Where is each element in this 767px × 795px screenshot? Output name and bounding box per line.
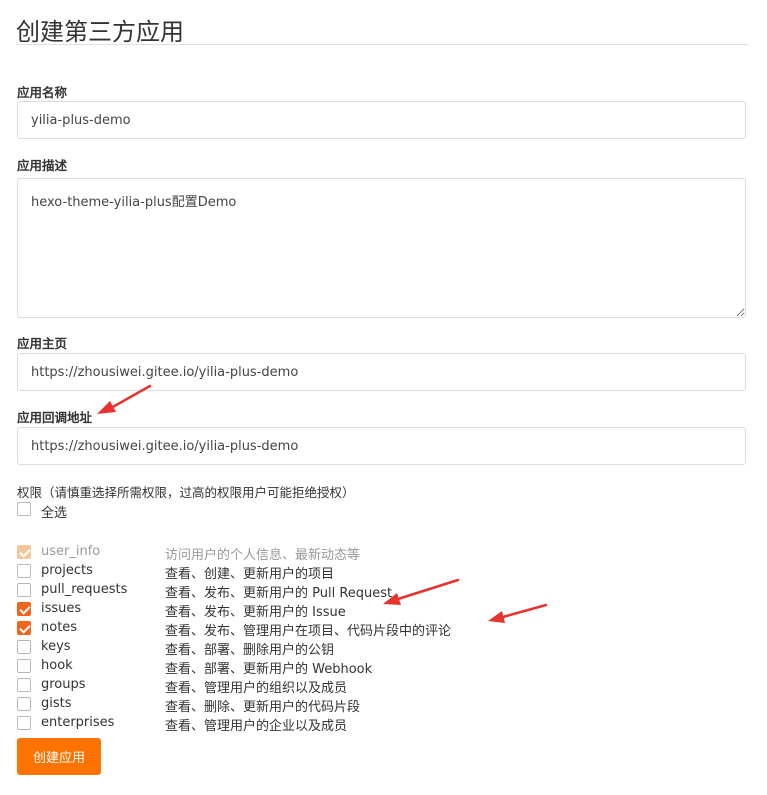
scope-description: 查看、管理用户的组织以及成员: [165, 681, 348, 696]
title-divider: [16, 44, 748, 45]
scope-description: 访问用户的个人信息、最新动态等: [165, 548, 361, 563]
scope-description: 查看、发布、管理用户在项目、代码片段中的评论: [165, 624, 452, 639]
scope-name: groups: [41, 677, 86, 692]
app-name-label: 应用名称: [17, 85, 68, 100]
scope-name: pull_requests: [41, 582, 128, 597]
scope-checkbox-gists[interactable]: [17, 697, 31, 711]
scope-description: 查看、创建、更新用户的项目: [165, 567, 335, 582]
app-homepage-input[interactable]: [17, 353, 746, 391]
scope-name: notes: [41, 620, 78, 635]
scope-name: user_info: [41, 544, 101, 559]
arrow-to-issues-row: [383, 578, 460, 605]
scope-checkbox-pull-requests[interactable]: [17, 583, 31, 597]
scope-checkbox-projects[interactable]: [17, 564, 31, 578]
app-description-textarea[interactable]: hexo-theme-yilia-plus配置Demo: [17, 178, 746, 318]
scope-description: 查看、发布、更新用户的 Issue: [165, 605, 346, 620]
create-app-button[interactable]: 创建应用: [17, 738, 101, 775]
scope-name: gists: [41, 696, 72, 711]
app-name-input[interactable]: [17, 101, 746, 139]
scope-checkbox-keys[interactable]: [17, 640, 31, 654]
app-callback-label: 应用回调地址: [17, 410, 93, 425]
scope-description: 查看、部署、删除用户的公钥: [165, 643, 335, 658]
scope-checkbox-hook[interactable]: [17, 659, 31, 673]
scope-name: enterprises: [41, 715, 115, 730]
scope-description: 查看、发布、更新用户的 Pull Request: [165, 586, 393, 601]
app-description-label: 应用描述: [17, 158, 68, 173]
page-title: 创建第三方应用: [16, 18, 184, 46]
scope-checkbox-enterprises[interactable]: [17, 716, 31, 730]
scope-checkbox-user-info: [17, 545, 31, 559]
scope-checkbox-issues[interactable]: [17, 602, 31, 616]
scope-description: 查看、管理用户的企业以及成员: [165, 719, 348, 734]
scope-checkbox-groups[interactable]: [17, 678, 31, 692]
app-callback-input[interactable]: [17, 427, 746, 465]
select-all-label: 全选: [41, 506, 68, 521]
scope-name: keys: [41, 639, 71, 654]
scope-description: 查看、删除、更新用户的代码片段: [165, 700, 361, 715]
permissions-title: 权限（请慎重选择所需权限，过高的权限用户可能拒绝授权）: [17, 485, 355, 500]
scope-name: issues: [41, 601, 82, 616]
scope-description: 查看、部署、更新用户的 Webhook: [165, 662, 373, 677]
scope-name: projects: [41, 563, 93, 578]
scope-checkbox-notes[interactable]: [17, 621, 31, 635]
arrow-to-notes-row: [488, 603, 548, 623]
scope-name: hook: [41, 658, 73, 673]
select-all-checkbox[interactable]: [17, 502, 31, 516]
app-homepage-label: 应用主页: [17, 336, 68, 351]
